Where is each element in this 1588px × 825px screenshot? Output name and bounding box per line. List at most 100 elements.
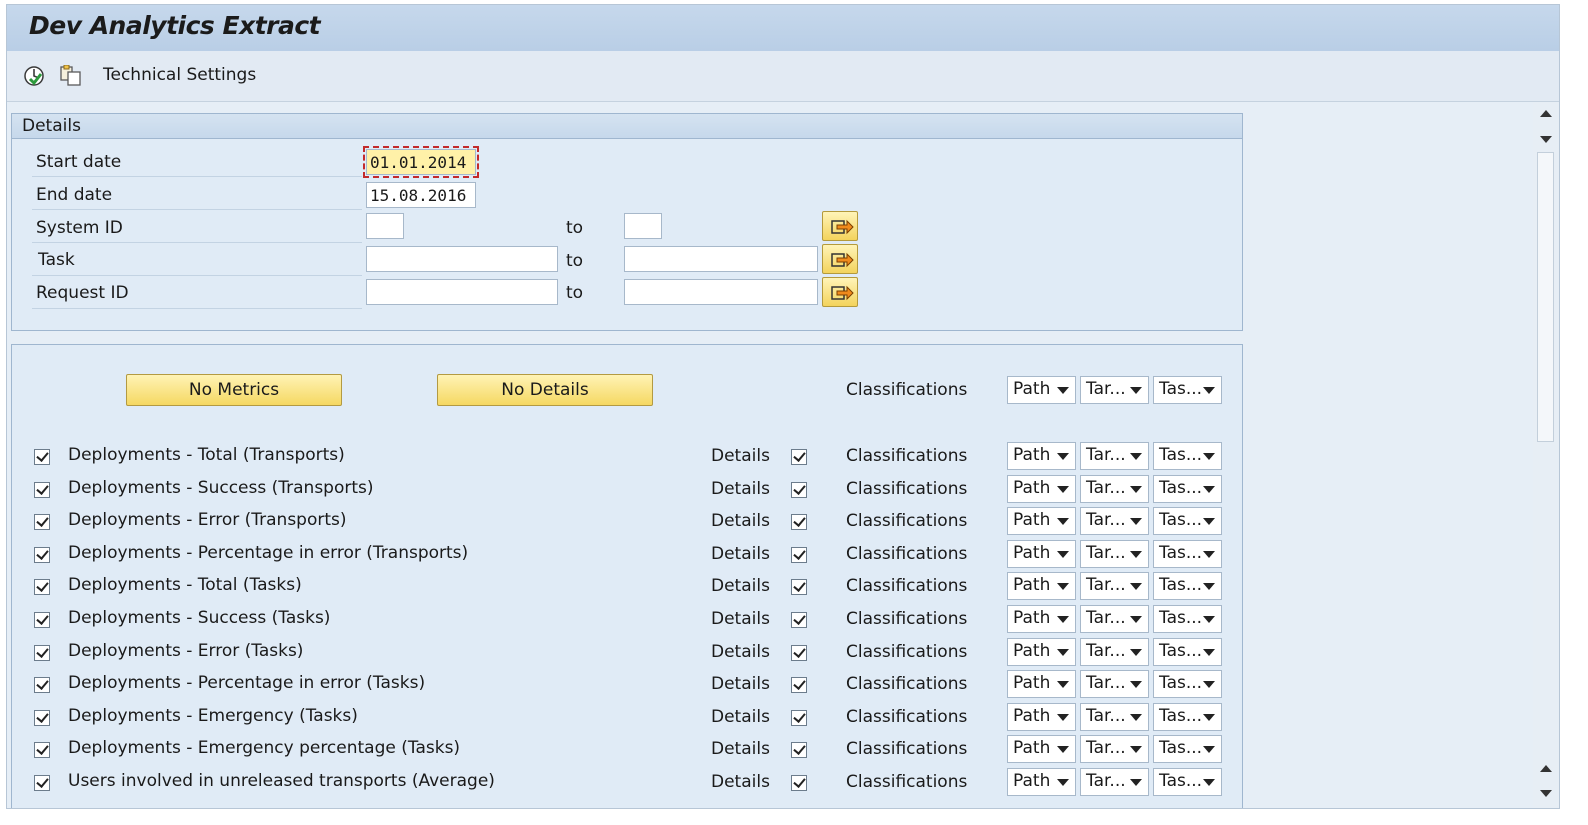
- task-multiple-selection-button[interactable]: [822, 244, 858, 274]
- details-checkbox[interactable]: [791, 775, 807, 791]
- task-dropdown[interactable]: Tas...: [1153, 540, 1222, 568]
- metric-checkbox[interactable]: [34, 612, 50, 628]
- header-path-dropdown[interactable]: Path: [1007, 376, 1076, 404]
- target-dropdown[interactable]: Tar...: [1080, 703, 1149, 731]
- target-dropdown[interactable]: Tar...: [1080, 572, 1149, 600]
- task-to-field[interactable]: [624, 246, 818, 272]
- chevron-down-icon: [1057, 387, 1069, 394]
- path-dropdown[interactable]: Path: [1007, 768, 1076, 796]
- chevron-down-icon: [1057, 649, 1069, 656]
- multiple-selection-icon: [831, 285, 854, 301]
- metric-checkbox[interactable]: [34, 579, 50, 595]
- metric-checkbox[interactable]: [34, 514, 50, 530]
- task-dropdown[interactable]: Tas...: [1153, 670, 1222, 698]
- metric-checkbox[interactable]: [34, 742, 50, 758]
- request-id-from-field[interactable]: [366, 279, 558, 305]
- technical-settings-button[interactable]: Technical Settings: [103, 65, 256, 85]
- task-dropdown[interactable]: Tas...: [1153, 638, 1222, 666]
- path-dropdown[interactable]: Path: [1007, 442, 1076, 470]
- start-date-field[interactable]: 01.01.2014: [363, 146, 479, 178]
- path-dropdown[interactable]: Path: [1007, 703, 1076, 731]
- end-date-field[interactable]: 15.08.2016: [366, 182, 476, 208]
- target-dropdown[interactable]: Tar...: [1080, 605, 1149, 633]
- metric-checkbox[interactable]: [34, 710, 50, 726]
- path-dropdown[interactable]: Path: [1007, 475, 1076, 503]
- details-checkbox[interactable]: [791, 579, 807, 595]
- target-dropdown[interactable]: Tar...: [1080, 670, 1149, 698]
- no-metrics-button[interactable]: No Metrics: [126, 374, 342, 406]
- details-checkbox[interactable]: [791, 677, 807, 693]
- details-checkbox[interactable]: [791, 645, 807, 661]
- target-dropdown[interactable]: Tar...: [1080, 735, 1149, 763]
- path-dropdown[interactable]: Path: [1007, 735, 1076, 763]
- metric-checkbox[interactable]: [34, 645, 50, 661]
- header-target-dropdown[interactable]: Tar...: [1080, 376, 1149, 404]
- metric-checkbox[interactable]: [34, 449, 50, 465]
- metric-label: Deployments - Success (Transports): [68, 478, 374, 498]
- dropdown-value: Path: [1013, 445, 1051, 465]
- dropdown-value: Tar...: [1086, 445, 1126, 465]
- target-dropdown[interactable]: Tar...: [1080, 540, 1149, 568]
- task-dropdown[interactable]: Tas...: [1153, 572, 1222, 600]
- chevron-down-icon: [1130, 453, 1142, 460]
- system-id-to-field[interactable]: [624, 213, 662, 239]
- task-dropdown[interactable]: Tas...: [1153, 605, 1222, 633]
- check-icon: [36, 514, 49, 527]
- path-dropdown[interactable]: Path: [1007, 572, 1076, 600]
- check-icon: [36, 449, 49, 462]
- scroll-page-down-icon[interactable]: [1540, 765, 1552, 772]
- metric-checkbox[interactable]: [34, 677, 50, 693]
- metric-checkbox[interactable]: [34, 547, 50, 563]
- classifications-header-label: Classifications: [846, 380, 968, 400]
- check-icon: [793, 775, 806, 788]
- path-dropdown[interactable]: Path: [1007, 507, 1076, 535]
- path-dropdown[interactable]: Path: [1007, 540, 1076, 568]
- task-dropdown[interactable]: Tas...: [1153, 442, 1222, 470]
- system-id-multiple-selection-button[interactable]: [822, 211, 858, 241]
- task-from-field[interactable]: [366, 246, 558, 272]
- target-dropdown[interactable]: Tar...: [1080, 507, 1149, 535]
- header-task-dropdown[interactable]: Tas...: [1153, 376, 1222, 404]
- target-dropdown[interactable]: Tar...: [1080, 768, 1149, 796]
- task-dropdown[interactable]: Tas...: [1153, 703, 1222, 731]
- target-dropdown[interactable]: Tar...: [1080, 442, 1149, 470]
- scroll-down-icon[interactable]: [1540, 790, 1552, 797]
- metric-checkbox[interactable]: [34, 775, 50, 791]
- execute-icon[interactable]: [23, 65, 45, 87]
- details-checkbox[interactable]: [791, 547, 807, 563]
- path-dropdown[interactable]: Path: [1007, 670, 1076, 698]
- chevron-down-icon: [1057, 486, 1069, 493]
- details-checkbox[interactable]: [791, 514, 807, 530]
- task-dropdown[interactable]: Tas...: [1153, 475, 1222, 503]
- dropdown-value: Tas...: [1159, 543, 1203, 563]
- task-dropdown[interactable]: Tas...: [1153, 735, 1222, 763]
- dropdown-value: Tar...: [1086, 608, 1126, 628]
- scroll-page-up-icon[interactable]: [1540, 136, 1552, 143]
- metric-checkbox[interactable]: [34, 482, 50, 498]
- path-dropdown[interactable]: Path: [1007, 638, 1076, 666]
- status-area: [0, 809, 1588, 825]
- details-checkbox[interactable]: [791, 482, 807, 498]
- request-id-multiple-selection-button[interactable]: [822, 277, 858, 307]
- details-checkbox[interactable]: [791, 612, 807, 628]
- path-dropdown[interactable]: Path: [1007, 605, 1076, 633]
- chevron-down-icon: [1057, 518, 1069, 525]
- dropdown-value: Tar...: [1086, 478, 1126, 498]
- target-dropdown[interactable]: Tar...: [1080, 638, 1149, 666]
- task-dropdown[interactable]: Tas...: [1153, 768, 1222, 796]
- details-label: Details: [711, 576, 770, 596]
- target-dropdown[interactable]: Tar...: [1080, 475, 1149, 503]
- details-checkbox[interactable]: [791, 449, 807, 465]
- request-id-to-field[interactable]: [624, 279, 818, 305]
- chevron-down-icon: [1057, 779, 1069, 786]
- vertical-scrollbar[interactable]: [1533, 102, 1559, 808]
- chevron-down-icon: [1203, 616, 1215, 623]
- details-checkbox[interactable]: [791, 742, 807, 758]
- details-checkbox[interactable]: [791, 710, 807, 726]
- system-id-from-field[interactable]: [366, 213, 404, 239]
- variant-icon[interactable]: [59, 64, 81, 87]
- task-dropdown[interactable]: Tas...: [1153, 507, 1222, 535]
- no-details-button[interactable]: No Details: [437, 374, 653, 406]
- scrollbar-thumb[interactable]: [1537, 152, 1554, 442]
- scroll-up-icon[interactable]: [1540, 110, 1552, 117]
